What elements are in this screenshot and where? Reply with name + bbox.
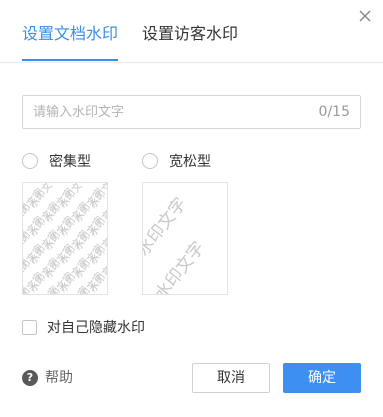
loose-watermark-text: 水印文字 [151,238,209,294]
active-tab-indicator [22,59,118,61]
confirm-button[interactable]: 确定 [283,363,361,393]
watermark-dialog: 设置文档水印 设置访客水印 0/15 密集型 宽松型 水印文字水印文字水印文字水… [0,0,383,417]
radio-label-dense: 密集型 [49,154,91,170]
watermark-text-input[interactable] [33,96,303,128]
radio-button-dense[interactable] [22,153,38,169]
help-label: 帮助 [45,370,73,386]
help-icon: ? [22,370,38,386]
char-counter: 0/15 [318,104,350,120]
radio-label-loose: 宽松型 [169,154,211,170]
dense-watermark-preview: 水印文字水印文字水印文字水印文字水印文字水印文字水印文字水印文字水印文字水印文字… [23,183,107,294]
tab-bar: 设置文档水印 设置访客水印 [0,0,383,63]
radio-button-loose[interactable] [142,153,158,169]
loose-watermark-preview: 水印文字水印文字 [143,194,209,294]
hide-for-self-checkbox[interactable] [22,320,37,335]
cancel-button[interactable]: 取消 [192,363,270,393]
preview-loose[interactable]: 水印文字 水印文字 [142,182,228,295]
watermark-text-field[interactable]: 0/15 [22,95,361,129]
hide-for-self-label: 对自己隐藏水印 [47,320,145,336]
tab-visitor-watermark[interactable]: 设置访客水印 [142,22,238,46]
tab-document-watermark[interactable]: 设置文档水印 [22,22,118,46]
preview-dense[interactable]: 水印文字 水印文字 水印文字 水印文字 水印文字 水印文字 水印文字 水印文字 水印文字 水印文字… [22,182,108,295]
